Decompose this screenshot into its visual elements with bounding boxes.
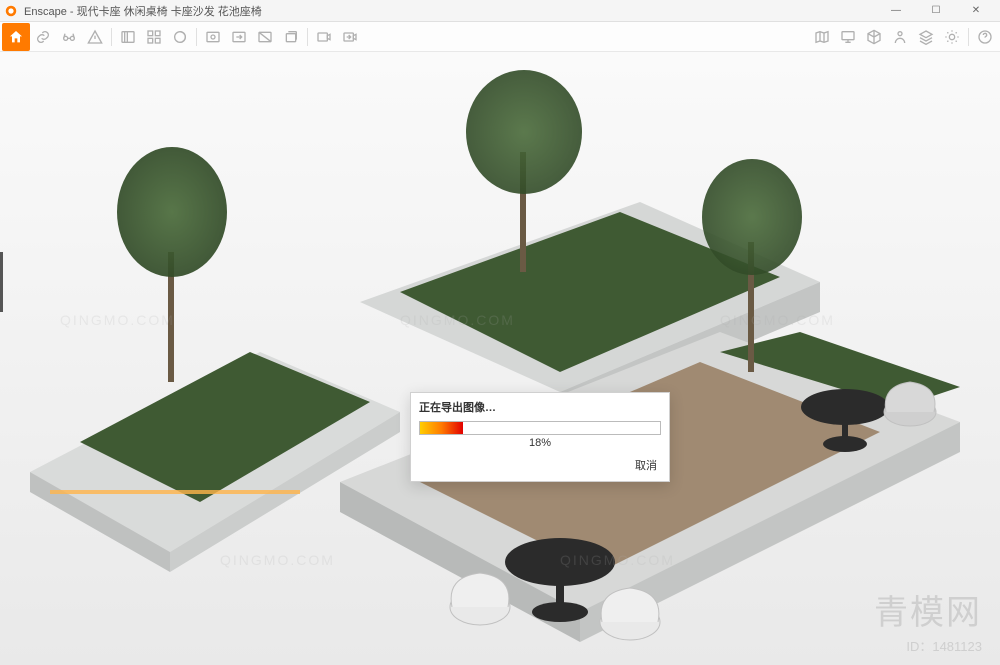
layers-icon[interactable] <box>913 24 939 50</box>
export-icon[interactable] <box>226 24 252 50</box>
person-icon[interactable] <box>887 24 913 50</box>
progress-fill <box>420 422 463 434</box>
map-icon[interactable] <box>809 24 835 50</box>
export-dialog: 正在导出图像… 18% 取消 <box>410 392 670 482</box>
close-button[interactable]: ✕ <box>956 0 996 22</box>
link-icon[interactable] <box>30 24 56 50</box>
window-title: Enscape - 现代卡座 休闲桌椅 卡座沙发 花池座椅 <box>24 3 876 19</box>
sun-icon[interactable] <box>939 24 965 50</box>
help-icon[interactable] <box>972 24 998 50</box>
batch-icon[interactable] <box>278 24 304 50</box>
toolbar-separator <box>968 28 969 46</box>
maximize-button[interactable]: ☐ <box>916 0 956 22</box>
material-icon[interactable] <box>167 24 193 50</box>
mono-icon[interactable] <box>252 24 278 50</box>
glasses-icon[interactable] <box>56 24 82 50</box>
titlebar: Enscape - 现代卡座 休闲桌椅 卡座沙发 花池座椅 — ☐ ✕ <box>0 0 1000 22</box>
window-controls: — ☐ ✕ <box>876 0 996 22</box>
video-icon[interactable] <box>311 24 337 50</box>
assets-icon[interactable] <box>141 24 167 50</box>
video-export-icon[interactable] <box>337 24 363 50</box>
cancel-button[interactable]: 取消 <box>631 455 661 475</box>
progress-bar <box>419 421 661 435</box>
render-scene <box>0 52 1000 665</box>
app-window: Enscape - 现代卡座 休闲桌椅 卡座沙发 花池座椅 — ☐ ✕ <box>0 0 1000 665</box>
toolbar-separator <box>111 28 112 46</box>
warning-icon[interactable] <box>82 24 108 50</box>
library-icon[interactable] <box>115 24 141 50</box>
toolbar-separator <box>196 28 197 46</box>
toolbar-separator <box>307 28 308 46</box>
home-button[interactable] <box>2 23 30 51</box>
cube-icon[interactable] <box>861 24 887 50</box>
minimize-button[interactable]: — <box>876 0 916 22</box>
progress-percent: 18% <box>419 437 661 449</box>
screen-icon[interactable] <box>835 24 861 50</box>
dialog-title: 正在导出图像… <box>419 399 661 415</box>
toolbar <box>0 22 1000 52</box>
app-icon <box>4 4 18 18</box>
screenshot-icon[interactable] <box>200 24 226 50</box>
left-tab-strip[interactable] <box>0 252 3 312</box>
viewport[interactable]: QINGMO.COM QINGMO.COM QINGMO.COM QINGMO.… <box>0 52 1000 665</box>
